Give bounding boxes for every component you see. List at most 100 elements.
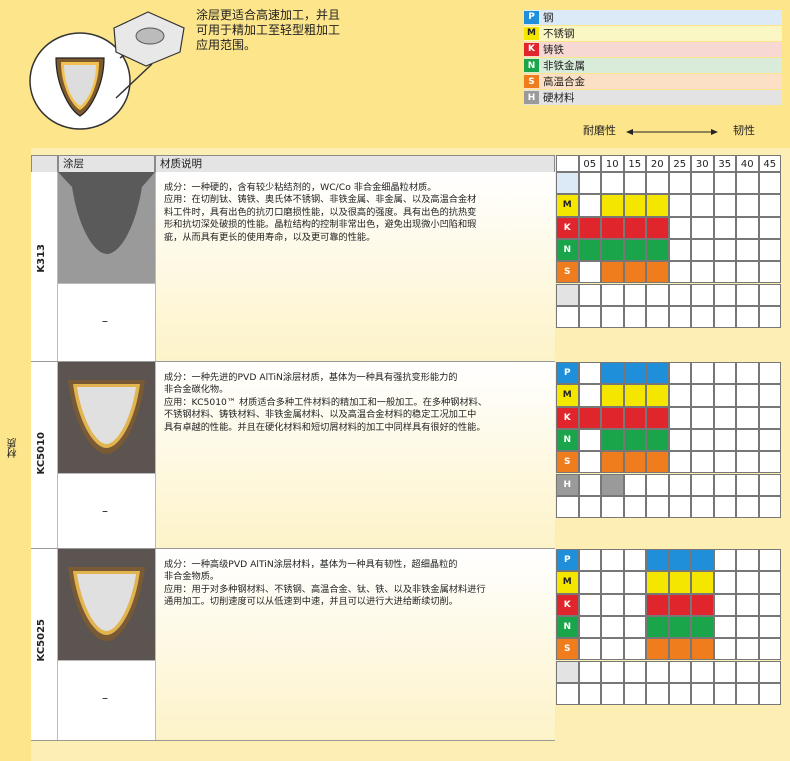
grid-cell: [736, 406, 759, 429]
wear-resistance-label: 耐磨性: [583, 124, 616, 137]
grid-cell: [668, 495, 691, 519]
grid-cell: [736, 172, 759, 195]
legend-row-p: P钢: [524, 10, 782, 25]
grid-cell-filled: [646, 428, 669, 452]
grid-cell: [578, 305, 601, 329]
grid-cell: [758, 305, 781, 329]
section-divider: [31, 740, 555, 741]
grid-cell: [578, 593, 601, 616]
material-badge-n: N: [556, 615, 579, 639]
grid-cell: [758, 384, 781, 407]
grid-cell: [601, 682, 624, 706]
grid-cell: [758, 571, 781, 594]
grid-cell: [668, 194, 691, 217]
description-line: 具有卓越的性能。并且在硬化材料和短切屑材料的加工中同样具有很好的性能。: [164, 421, 486, 433]
double-arrow-icon: [626, 129, 718, 135]
grid-cell: [668, 216, 691, 239]
grid-cell: [668, 428, 691, 452]
grade-table: 材质 涂层 材质说明 K313 – 成分：一种硬的，含有较少粘结剂的，WC/Co 非…: [0, 148, 790, 761]
description-line: 非合金物质。: [164, 571, 220, 583]
grid-cell: [578, 495, 601, 519]
material-legend: P 钢 M 不锈钢 K 铸铁 N 非铁金属 S 高温合金 H 硬材料: [524, 10, 782, 107]
grid-cell: [758, 362, 781, 385]
grid-cell-filled: [578, 238, 601, 262]
material-badge-p: P: [556, 362, 579, 385]
material-badge-s: S: [556, 638, 579, 661]
grid-cell: [623, 473, 646, 496]
grade-name-cell: K313: [31, 172, 58, 362]
grid-cell-filled: [646, 571, 669, 594]
grid-cell: [578, 660, 601, 683]
grid-cell: [758, 682, 781, 706]
grid-cell: [713, 305, 736, 329]
grid-cell: [668, 172, 691, 195]
grid-cell-filled: [668, 571, 691, 594]
grid-cell: [623, 682, 646, 706]
grade-name-cell: KC5025: [31, 549, 58, 741]
grid-cell: [713, 384, 736, 407]
material-badge-k: K: [556, 406, 579, 429]
legend-row-k: K 铸铁: [524, 42, 782, 57]
grid-cell: [601, 283, 624, 306]
grid-cell: [736, 660, 759, 683]
grid-cell-filled: [646, 549, 669, 572]
grid-cell: [736, 384, 759, 407]
grid-cell-filled: [623, 362, 646, 385]
description-line: 成分：一种先进的PVD AlTiN涂层材质，基体为一种具有强抗变形能力的: [164, 372, 458, 383]
dash: –: [102, 314, 108, 328]
grid-cell: [758, 451, 781, 474]
header-description: 材质说明: [155, 155, 555, 172]
grid-cell: [646, 473, 669, 496]
grid-cell: [758, 216, 781, 239]
grid-cell-filled: [623, 428, 646, 452]
grid-cell: [713, 571, 736, 594]
grid-cell: [713, 593, 736, 616]
legend-row-h: H 硬材料: [524, 90, 782, 105]
header-blank: [31, 155, 58, 172]
grid-cell-filled: [578, 216, 601, 239]
grid-cell: [736, 216, 759, 239]
grid-cell: [691, 194, 714, 217]
grid-cell: [691, 261, 714, 284]
grid-cell: [736, 305, 759, 329]
grid-cell-filled: [601, 261, 624, 284]
grid-cell: [691, 384, 714, 407]
grid-cell: [601, 172, 624, 195]
description-line: 料工件时，具有出色的抗刃口磨损性能，以及很高的强度。具有出色的抗热变: [164, 206, 477, 218]
grid-cell: [691, 172, 714, 195]
grid-cell-filled: [601, 428, 624, 452]
grid-cell: [601, 571, 624, 594]
grid-cell: [713, 261, 736, 284]
insert-profile-image: [58, 172, 155, 283]
grid-cell-filled: [646, 194, 669, 217]
grid-cell: [623, 571, 646, 594]
grid-cell: [736, 571, 759, 594]
legend-row-s: S 高温合金: [524, 74, 782, 89]
grid-cell: [691, 283, 714, 306]
no-coating-cell: –: [58, 660, 155, 741]
grade-name-cell: KC5010: [31, 362, 58, 549]
grid-cell: [758, 473, 781, 496]
grid-cell: [668, 451, 691, 474]
grid-cell: [758, 428, 781, 452]
grid-cell: [736, 495, 759, 519]
insert-profile-image: [58, 362, 155, 473]
grid-cell: [713, 216, 736, 239]
material-badge-p: [556, 172, 579, 195]
material-badge-k: K: [556, 593, 579, 616]
material-badge-m: M: [556, 194, 579, 217]
grid-cell-filled: [623, 406, 646, 429]
grid-cell: [668, 660, 691, 683]
grid-cell: [601, 615, 624, 639]
legend-badge: P: [524, 10, 539, 24]
grid-cell: [623, 283, 646, 306]
description-line: 应用：在切削钛、铸铁、奥氏体不锈钢、非铁金属、非金属、以及高温合金材: [164, 194, 477, 206]
grid-cell-filled: [691, 593, 714, 616]
grid-cell-filled: [623, 384, 646, 407]
grid-cell: [668, 406, 691, 429]
description-line: 涂层更适合高速加工，并且: [196, 8, 341, 22]
section-kc5010: KC5010 – 成分：一种先进的PVD AlTiN涂层材质，基体为一种具有强抗变形…: [31, 362, 555, 549]
grid-cell: [691, 495, 714, 519]
grid-cell: [668, 283, 691, 306]
grid-cell-filled: [601, 362, 624, 385]
